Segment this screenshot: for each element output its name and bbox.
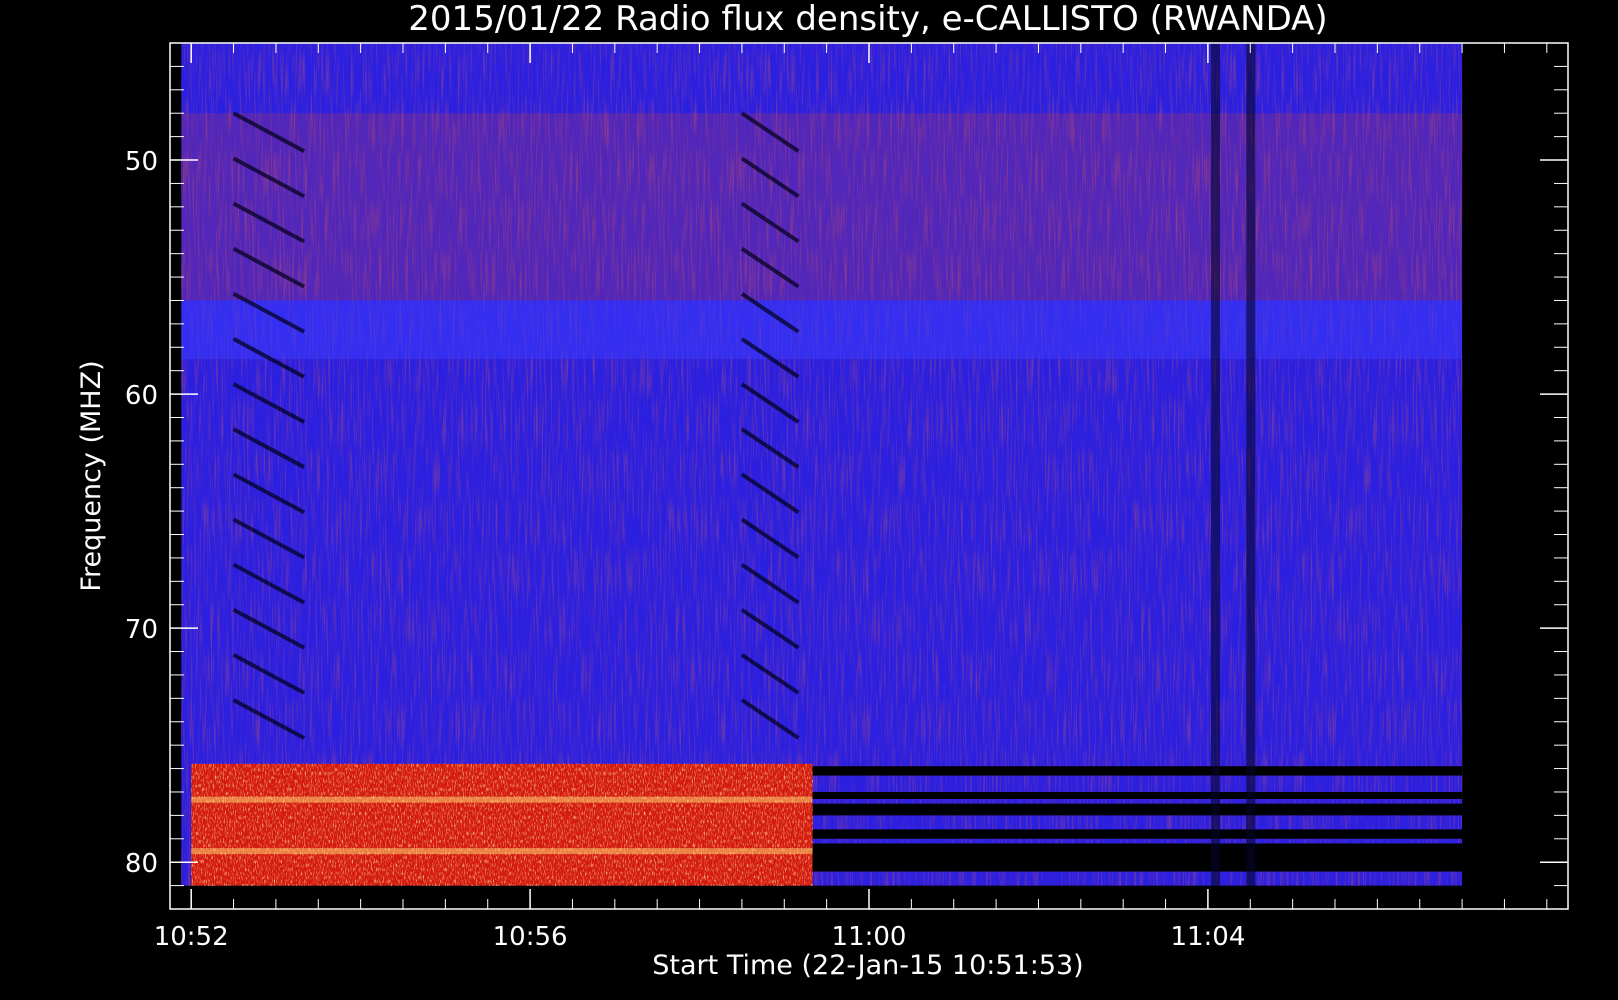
y-tick-label: 50 <box>125 147 158 177</box>
heatmap-feature <box>1246 43 1256 886</box>
spectrogram-chart: 2015/01/22 Radio flux density, e-CALLIST… <box>0 0 1618 1000</box>
chart-title: 2015/01/22 Radio flux density, e-CALLIST… <box>408 0 1327 39</box>
x-tick-label: 11:00 <box>832 922 907 952</box>
heatmap-feature <box>191 763 813 886</box>
x-tick-label: 10:56 <box>493 922 568 952</box>
x-axis-label: Start Time (22-Jan-15 10:51:53) <box>652 950 1083 981</box>
heatmap-blue-band <box>181 300 1463 359</box>
heatmap-feature <box>1210 43 1220 886</box>
y-axis-label: Frequency (MHZ) <box>76 360 107 591</box>
y-tick-label: 70 <box>125 615 158 645</box>
heatmap-warm-band <box>181 113 1463 301</box>
x-tick-label: 11:04 <box>1170 922 1245 952</box>
x-tick-label: 10:52 <box>154 922 229 952</box>
heatmap-layer <box>181 43 1463 886</box>
y-tick-label: 80 <box>125 849 158 879</box>
y-tick-label: 60 <box>125 381 158 411</box>
